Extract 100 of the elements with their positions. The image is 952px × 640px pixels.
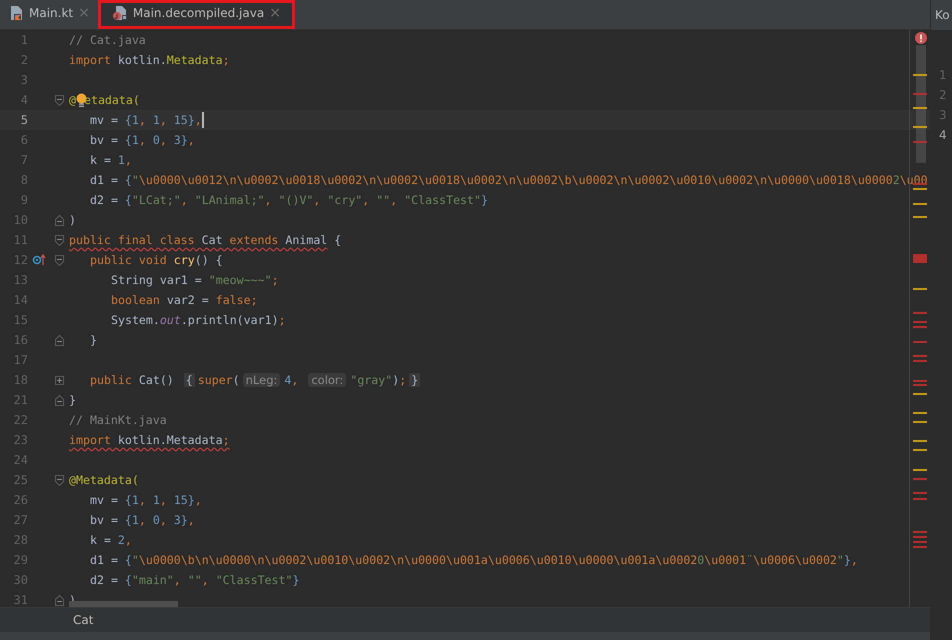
code-keyword: ,: [188, 133, 195, 147]
code-text: ): [392, 373, 400, 387]
code-string: ": [132, 173, 139, 187]
line-number: 15: [12, 313, 28, 327]
code-number: 1: [152, 113, 160, 127]
line-number: 30: [12, 573, 28, 587]
code-string: "()V": [278, 193, 314, 207]
code-comment: // MainKt.java: [69, 413, 167, 427]
code-keyword: ,: [174, 573, 182, 587]
code-number: 0: [152, 513, 160, 527]
inlay-hint: color:: [308, 373, 346, 387]
code-text: d2 =: [90, 573, 119, 587]
code-number: {1: [124, 113, 139, 127]
expand-marker-icon[interactable]: [55, 376, 64, 384]
code-number: }: [480, 193, 488, 207]
code-annotation: etadata(: [84, 93, 140, 107]
code-keyword: false;: [216, 293, 258, 307]
code-keyword: extends: [230, 233, 278, 247]
code-keyword: ,: [850, 553, 858, 567]
code-keyword: super: [198, 373, 233, 387]
code-number: 3}: [174, 513, 188, 527]
fold-marker-icon[interactable]: [55, 254, 64, 266]
line-number: 11: [12, 233, 28, 247]
code-text: {: [333, 233, 342, 247]
code-keyword: ,: [362, 193, 370, 207]
code-keyword: public final class: [69, 233, 195, 247]
fold-marker-icon[interactable]: [55, 594, 64, 606]
code-field: out: [160, 313, 181, 327]
code-text: }: [69, 393, 76, 407]
code-keyword: ,: [124, 533, 132, 547]
side-panel-item[interactable]: 4: [939, 128, 952, 142]
fold-marker-icon[interactable]: [55, 334, 64, 346]
override-marker-icon[interactable]: [32, 254, 46, 266]
line-number: 1: [20, 33, 28, 47]
tab-label: Main.kt: [29, 6, 74, 20]
line-number: 21: [12, 393, 28, 407]
line-number: 16: [12, 333, 28, 347]
fold-marker-icon[interactable]: [55, 214, 64, 226]
code-function: cry: [174, 253, 195, 267]
code-number: {: [124, 553, 132, 567]
line-number: 24: [12, 453, 28, 467]
code-number: 15}: [174, 493, 195, 507]
folded-brace[interactable]: {: [184, 373, 195, 387]
fold-marker-icon[interactable]: [55, 474, 64, 486]
code-keyword: import: [69, 433, 111, 447]
horizontal-scrollbar[interactable]: [69, 601, 178, 607]
code-number: {1: [124, 133, 139, 147]
vertical-scrollbar[interactable]: [916, 45, 926, 163]
fold-marker-icon[interactable]: [55, 94, 64, 106]
code-string: ": [132, 553, 139, 567]
code-number: 2: [118, 533, 125, 547]
code-string: "LAnimal;": [194, 193, 265, 207]
editor-tab[interactable]: Main.decompiled.java ×: [98, 0, 295, 29]
code-number: 1: [118, 153, 125, 167]
code-string: "": [188, 573, 202, 587]
code-text: ): [69, 213, 76, 227]
code-text: Cat: [200, 233, 224, 247]
line-number: 29: [12, 553, 28, 567]
code-keyword: ,: [160, 493, 168, 507]
line-number: 23: [12, 433, 28, 447]
editor-tab[interactable]: Main.kt ×: [0, 0, 98, 29]
side-panel-tab[interactable]: Ko: [931, 0, 952, 30]
code-annotation: Metadata: [166, 53, 223, 67]
code-string: "meow~~~": [208, 273, 272, 287]
code-keyword: ,: [194, 493, 202, 507]
fold-marker-icon[interactable]: [55, 234, 64, 246]
code-keyword: ,: [188, 513, 195, 527]
code-keyword: boolean: [111, 293, 161, 307]
folded-brace[interactable]: }: [409, 373, 420, 387]
line-number: 8: [20, 173, 28, 187]
line-number: 13: [12, 273, 28, 287]
code-number: {: [124, 193, 132, 207]
code-text: mv =: [90, 493, 119, 507]
code-text: Cat(): [138, 373, 175, 387]
code-keyword: ,: [138, 113, 147, 127]
code-number: 15}: [174, 113, 195, 127]
code-keyword: ,: [291, 373, 300, 387]
code-number: }: [844, 553, 851, 567]
text-cursor: [202, 112, 204, 128]
code-number: {: [124, 573, 132, 587]
fold-marker-icon[interactable]: [55, 394, 64, 406]
code-keyword: public: [90, 373, 133, 387]
line-number: 25: [12, 473, 28, 487]
line-number: 26: [12, 493, 28, 507]
code-keyword: ;: [222, 53, 230, 67]
line-number: 5: [20, 113, 28, 127]
code-number: {1: [124, 493, 139, 507]
code-text: (: [232, 373, 240, 387]
inlay-hint: nLeg:: [242, 373, 280, 387]
code-text: }: [90, 333, 97, 347]
code-annotation: @: [69, 93, 76, 107]
breadcrumb[interactable]: Cat: [73, 613, 94, 627]
code-keyword: ,: [138, 513, 147, 527]
code-escape: \u0006\u0002: [753, 553, 837, 567]
code-keyword: ,: [390, 193, 398, 207]
code-keyword: ;: [278, 313, 286, 327]
error-icon[interactable]: [915, 32, 927, 44]
line-number: 18: [12, 373, 28, 387]
line-number: 14: [12, 293, 28, 307]
code-keyword: ,: [160, 513, 168, 527]
